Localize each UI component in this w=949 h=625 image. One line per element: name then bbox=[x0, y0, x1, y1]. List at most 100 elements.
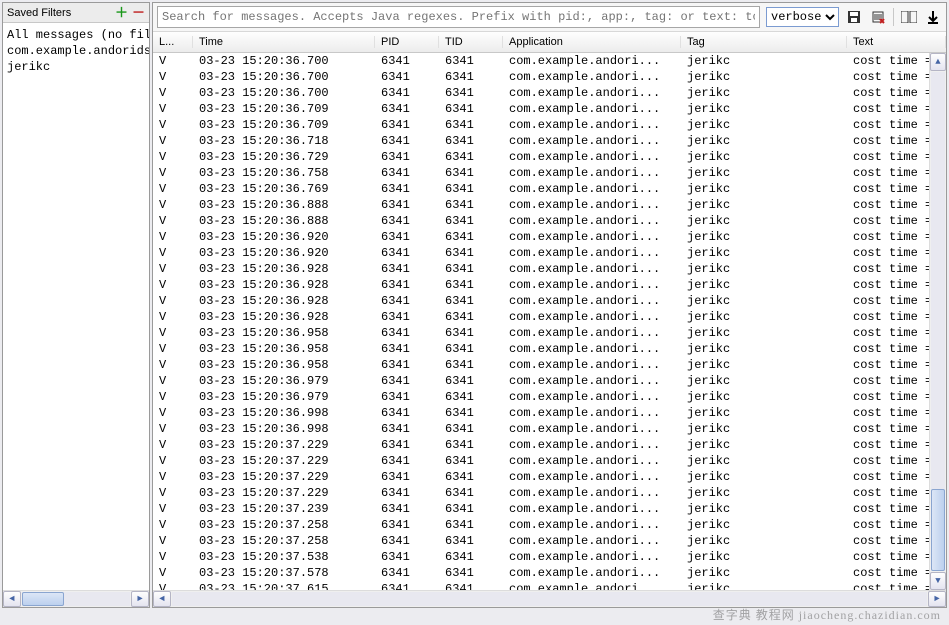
log-text: cost time = 0 bbox=[847, 518, 929, 532]
col-pid[interactable]: PID bbox=[375, 36, 439, 48]
col-tag[interactable]: Tag bbox=[681, 36, 847, 48]
table-row[interactable]: V03-23 15:20:36.88863416341com.example.a… bbox=[153, 197, 929, 213]
add-filter-icon[interactable]: ＋ bbox=[115, 6, 128, 19]
table-row[interactable]: V03-23 15:20:37.61563416341com.example.a… bbox=[153, 581, 929, 590]
scroll-track-v[interactable] bbox=[931, 72, 945, 571]
table-row[interactable]: V03-23 15:20:36.70963416341com.example.a… bbox=[153, 101, 929, 117]
log-tag: jerikc bbox=[681, 582, 847, 590]
log-text: cost time = 1 bbox=[847, 310, 929, 324]
log-text: cost time = 0 bbox=[847, 70, 929, 84]
table-row[interactable]: V03-23 15:20:37.22963416341com.example.a… bbox=[153, 437, 929, 453]
filter-item-all-messages[interactable]: All messages (no filt bbox=[3, 27, 149, 43]
table-row[interactable]: V03-23 15:20:36.97963416341com.example.a… bbox=[153, 389, 929, 405]
scroll-right-icon[interactable]: ► bbox=[928, 591, 946, 607]
scroll-thumb[interactable] bbox=[22, 592, 64, 606]
log-pid: 6341 bbox=[375, 486, 439, 500]
table-row[interactable]: V03-23 15:20:36.92863416341com.example.a… bbox=[153, 261, 929, 277]
log-time: 03-23 15:20:36.700 bbox=[193, 70, 375, 84]
table-body[interactable]: V03-23 15:20:36.70063416341com.example.a… bbox=[153, 53, 929, 590]
log-main-area: verbose L... Time PID TID Applicatio bbox=[152, 2, 947, 608]
table-row[interactable]: V03-23 15:20:36.92863416341com.example.a… bbox=[153, 309, 929, 325]
log-time: 03-23 15:20:36.928 bbox=[193, 262, 375, 276]
table-row[interactable]: V03-23 15:20:37.53863416341com.example.a… bbox=[153, 549, 929, 565]
toggle-columns-icon[interactable] bbox=[900, 8, 918, 26]
log-vertical-scrollbar[interactable]: ▲ ▼ bbox=[929, 53, 946, 590]
table-row[interactable]: V03-23 15:20:36.95863416341com.example.a… bbox=[153, 357, 929, 373]
log-time: 03-23 15:20:36.709 bbox=[193, 102, 375, 116]
scroll-right-icon[interactable]: ► bbox=[131, 591, 149, 607]
log-horizontal-scrollbar[interactable]: ◄ ► bbox=[153, 590, 946, 607]
log-application: com.example.andori... bbox=[503, 358, 681, 372]
table-row[interactable]: V03-23 15:20:36.95863416341com.example.a… bbox=[153, 341, 929, 357]
col-application[interactable]: Application bbox=[503, 36, 681, 48]
table-row[interactable]: V03-23 15:20:36.99863416341com.example.a… bbox=[153, 405, 929, 421]
scroll-lock-icon[interactable] bbox=[924, 8, 942, 26]
scroll-track-h[interactable] bbox=[172, 592, 927, 606]
col-tid[interactable]: TID bbox=[439, 36, 503, 48]
scroll-left-icon[interactable]: ◄ bbox=[3, 591, 21, 607]
table-row[interactable]: V03-23 15:20:36.70963416341com.example.a… bbox=[153, 117, 929, 133]
table-row[interactable]: V03-23 15:20:37.25863416341com.example.a… bbox=[153, 517, 929, 533]
log-pid: 6341 bbox=[375, 470, 439, 484]
log-text: cost time = 0 bbox=[847, 166, 929, 180]
log-text: cost time = 1 bbox=[847, 214, 929, 228]
scroll-down-icon[interactable]: ▼ bbox=[930, 572, 946, 590]
clear-log-icon[interactable] bbox=[869, 8, 887, 26]
table-row[interactable]: V03-23 15:20:36.75863416341com.example.a… bbox=[153, 165, 929, 181]
sidebar-horizontal-scrollbar[interactable]: ◄ ► bbox=[3, 590, 149, 607]
table-row[interactable]: V03-23 15:20:36.71863416341com.example.a… bbox=[153, 133, 929, 149]
table-row[interactable]: V03-23 15:20:36.95863416341com.example.a… bbox=[153, 325, 929, 341]
col-level[interactable]: L... bbox=[153, 36, 193, 48]
filter-item-app[interactable]: com.example.andoridst bbox=[3, 43, 149, 59]
table-row[interactable]: V03-23 15:20:36.88863416341com.example.a… bbox=[153, 213, 929, 229]
log-text: cost time = 0 bbox=[847, 278, 929, 292]
table-row[interactable]: V03-23 15:20:37.23963416341com.example.a… bbox=[153, 501, 929, 517]
log-tag: jerikc bbox=[681, 358, 847, 372]
search-input[interactable] bbox=[157, 6, 760, 28]
table-row[interactable]: V03-23 15:20:36.76963416341com.example.a… bbox=[153, 181, 929, 197]
log-time: 03-23 15:20:37.229 bbox=[193, 470, 375, 484]
log-pid: 6341 bbox=[375, 502, 439, 516]
log-application: com.example.andori... bbox=[503, 550, 681, 564]
scroll-thumb-v[interactable] bbox=[931, 489, 945, 571]
scroll-up-icon[interactable]: ▲ bbox=[930, 53, 946, 71]
table-row[interactable]: V03-23 15:20:36.70063416341com.example.a… bbox=[153, 85, 929, 101]
filter-item-tag[interactable]: jerikc bbox=[3, 59, 149, 75]
log-tid: 6341 bbox=[439, 326, 503, 340]
table-row[interactable]: V03-23 15:20:36.99863416341com.example.a… bbox=[153, 421, 929, 437]
table-row[interactable]: V03-23 15:20:36.92863416341com.example.a… bbox=[153, 277, 929, 293]
scroll-track[interactable] bbox=[22, 592, 130, 606]
log-pid: 6341 bbox=[375, 102, 439, 116]
log-application: com.example.andori... bbox=[503, 486, 681, 500]
table-row[interactable]: V03-23 15:20:37.57863416341com.example.a… bbox=[153, 565, 929, 581]
filter-list[interactable]: All messages (no filt com.example.andori… bbox=[3, 23, 149, 590]
log-level: V bbox=[153, 566, 193, 580]
log-pid: 6341 bbox=[375, 214, 439, 228]
table-row[interactable]: V03-23 15:20:36.92063416341com.example.a… bbox=[153, 229, 929, 245]
log-application: com.example.andori... bbox=[503, 86, 681, 100]
table-row[interactable]: V03-23 15:20:37.22963416341com.example.a… bbox=[153, 485, 929, 501]
log-application: com.example.andori... bbox=[503, 246, 681, 260]
scroll-left-icon[interactable]: ◄ bbox=[153, 591, 171, 607]
table-row[interactable]: V03-23 15:20:36.72963416341com.example.a… bbox=[153, 149, 929, 165]
table-row[interactable]: V03-23 15:20:36.97963416341com.example.a… bbox=[153, 373, 929, 389]
log-time: 03-23 15:20:36.920 bbox=[193, 230, 375, 244]
save-log-icon[interactable] bbox=[845, 8, 863, 26]
table-row[interactable]: V03-23 15:20:36.70063416341com.example.a… bbox=[153, 53, 929, 69]
log-time: 03-23 15:20:37.615 bbox=[193, 582, 375, 590]
log-tag: jerikc bbox=[681, 502, 847, 516]
col-time[interactable]: Time bbox=[193, 36, 375, 48]
table-row[interactable]: V03-23 15:20:36.92863416341com.example.a… bbox=[153, 293, 929, 309]
remove-filter-icon[interactable]: － bbox=[132, 6, 145, 19]
log-application: com.example.andori... bbox=[503, 198, 681, 212]
table-row[interactable]: V03-23 15:20:37.25863416341com.example.a… bbox=[153, 533, 929, 549]
table-row[interactable]: V03-23 15:20:36.92063416341com.example.a… bbox=[153, 245, 929, 261]
table-row[interactable]: V03-23 15:20:37.22963416341com.example.a… bbox=[153, 453, 929, 469]
log-level-select[interactable]: verbose bbox=[766, 7, 839, 27]
log-tid: 6341 bbox=[439, 566, 503, 580]
table-row[interactable]: V03-23 15:20:36.70063416341com.example.a… bbox=[153, 69, 929, 85]
table-row[interactable]: V03-23 15:20:37.22963416341com.example.a… bbox=[153, 469, 929, 485]
log-time: 03-23 15:20:37.538 bbox=[193, 550, 375, 564]
col-text[interactable]: Text bbox=[847, 36, 946, 48]
log-pid: 6341 bbox=[375, 294, 439, 308]
